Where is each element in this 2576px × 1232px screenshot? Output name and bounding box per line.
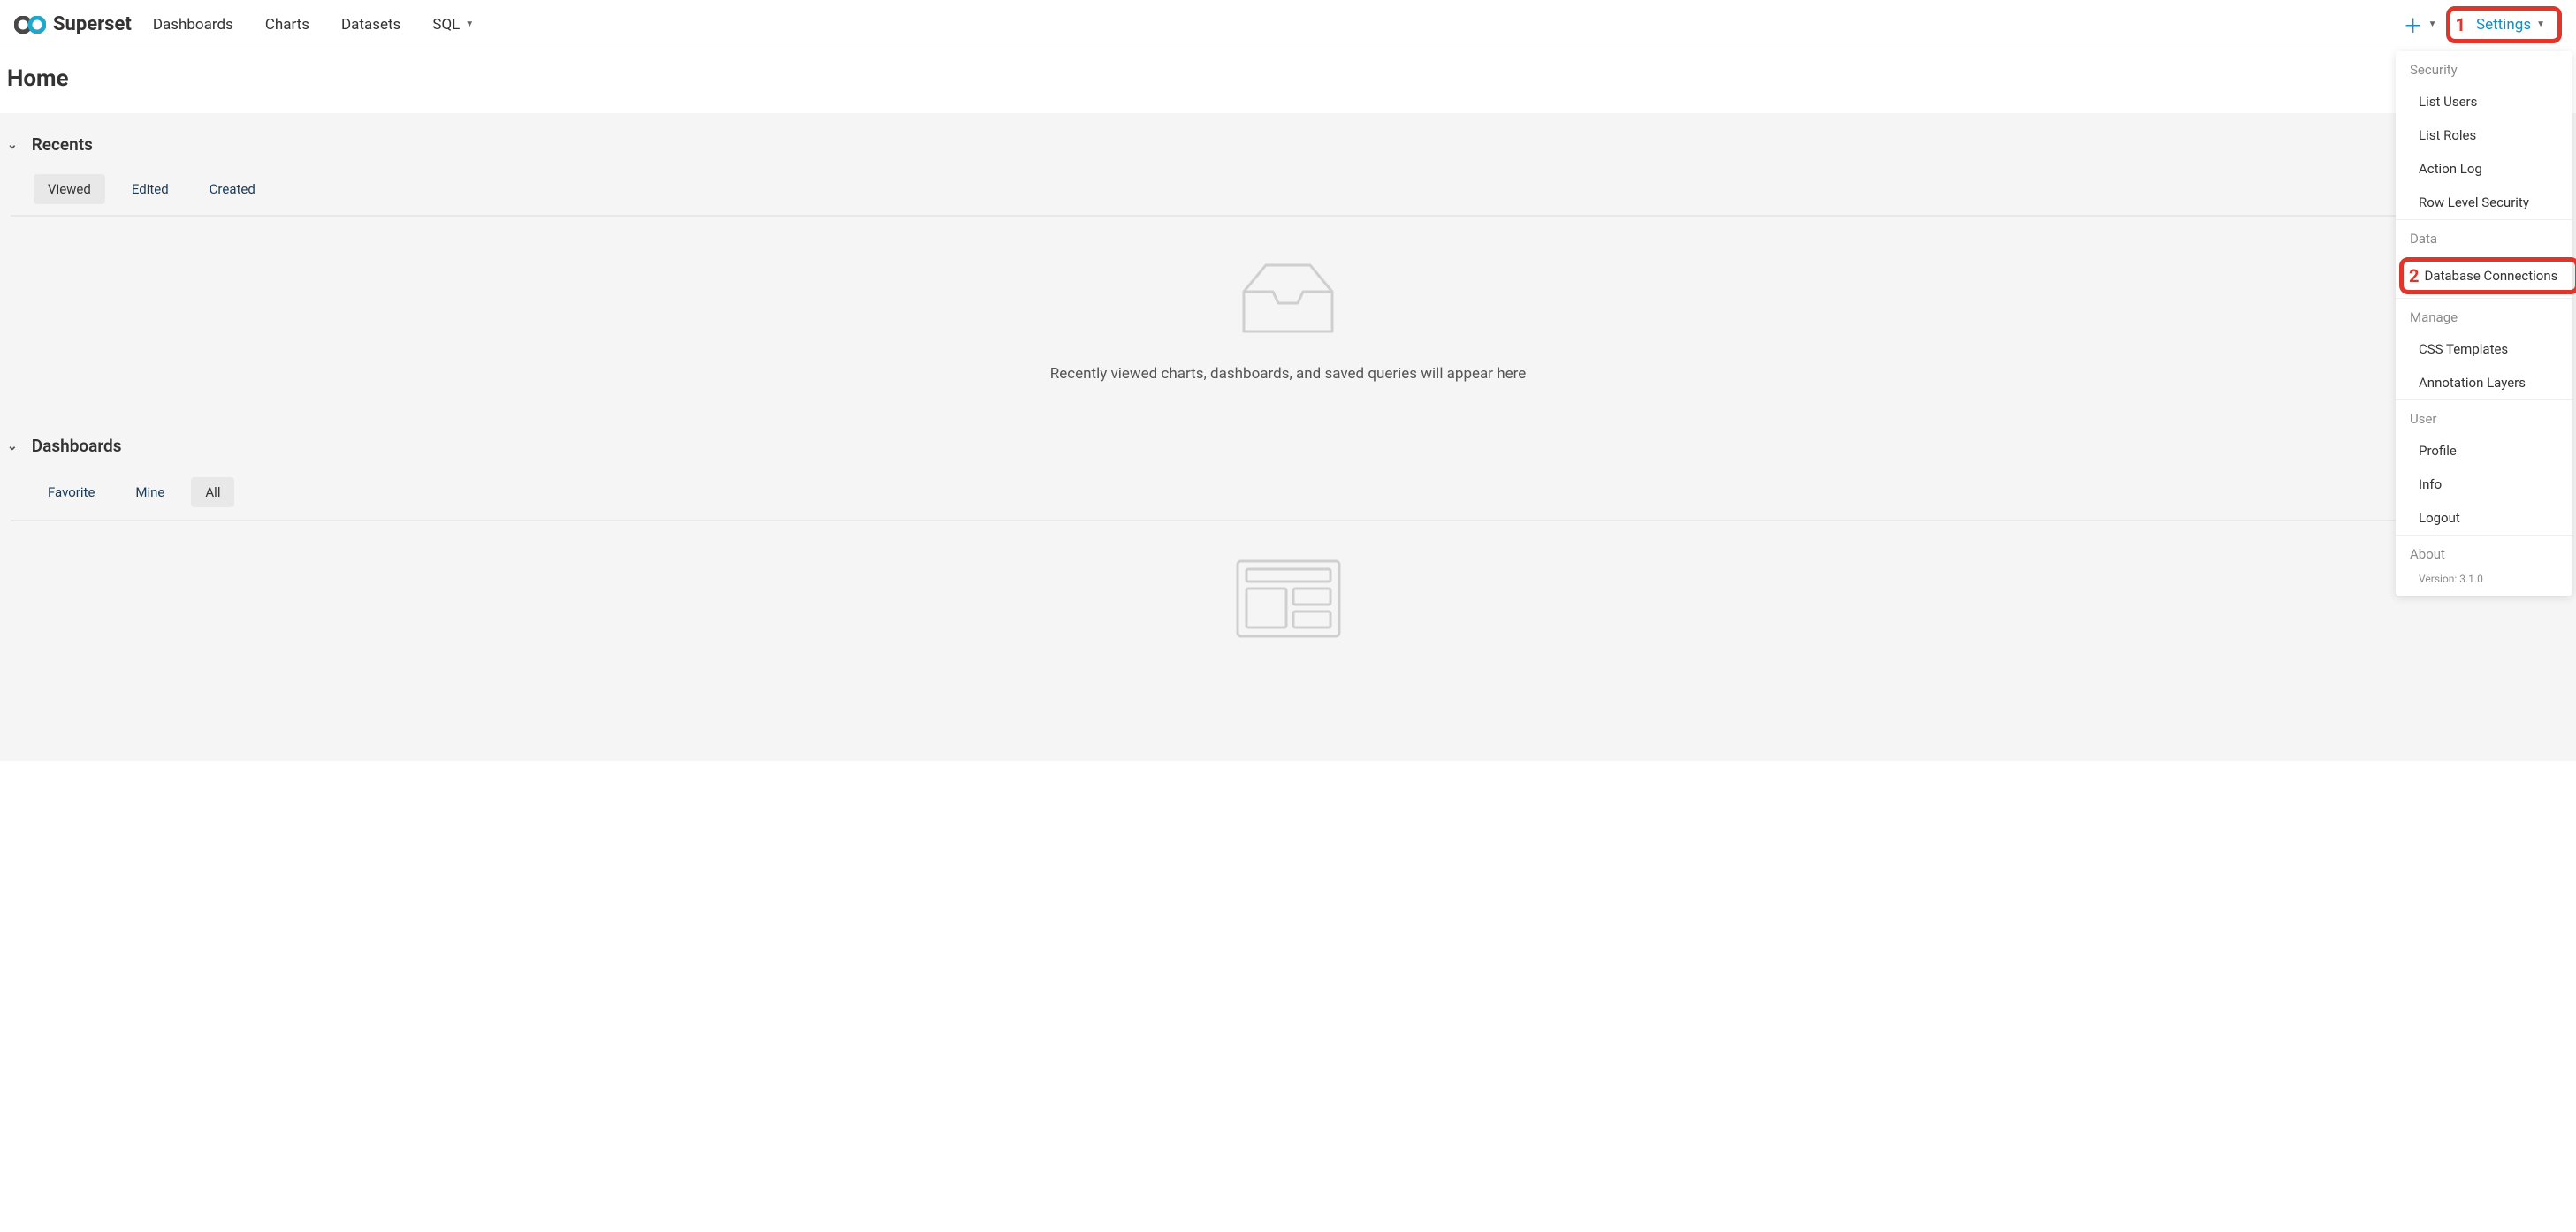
settings-item-annotation-layers[interactable]: Annotation Layers: [2396, 366, 2572, 399]
settings-item-css-templates[interactable]: CSS Templates: [2396, 332, 2572, 366]
recents-tab-row: Viewed Edited Created: [11, 174, 2569, 217]
nav-item-datasets[interactable]: Datasets: [341, 16, 400, 34]
settings-item-list-users[interactable]: List Users: [2396, 85, 2572, 118]
nav-item-charts[interactable]: Charts: [265, 16, 309, 34]
tab-created[interactable]: Created: [195, 174, 270, 204]
tab-all[interactable]: All: [191, 477, 234, 507]
dashboards-tab-row: Favorite Mine All ＋ DASHBOARD: [11, 475, 2569, 521]
callout-settings: 1 Settings ▼: [2446, 6, 2562, 43]
chevron-down-icon: ⌄: [7, 138, 18, 152]
settings-item-database-connections[interactable]: Database Connections: [2424, 268, 2557, 284]
brand-name: Superset: [53, 13, 132, 35]
chevron-down-icon: ⌄: [7, 439, 18, 453]
callout-number-2: 2: [2409, 265, 2419, 286]
tab-mine[interactable]: Mine: [121, 477, 179, 507]
callout-number-1: 1: [2456, 14, 2465, 35]
empty-dashboard-icon: [1233, 557, 1344, 644]
superset-logo-icon: [14, 16, 46, 34]
settings-item-info[interactable]: Info: [2396, 468, 2572, 501]
recents-empty-state: Recently viewed charts, dashboards, and …: [7, 217, 2569, 400]
callout-database-connections: 2 Database Connections: [2399, 257, 2576, 294]
section-title: Dashboards: [32, 436, 122, 456]
section-dashboards: ⌄ Dashboards Favorite Mine All ＋ DASHBOA…: [7, 436, 2569, 683]
tab-favorite[interactable]: Favorite: [34, 477, 109, 507]
section-header-dashboards[interactable]: ⌄ Dashboards: [7, 436, 2569, 456]
section-title: Recents: [32, 134, 93, 155]
recents-empty-text: Recently viewed charts, dashboards, and …: [1050, 365, 1527, 383]
brand[interactable]: Superset: [14, 13, 132, 35]
settings-item-logout[interactable]: Logout: [2396, 501, 2572, 535]
plus-icon: ＋: [2404, 11, 2423, 39]
settings-menu: Security List Users List Roles Action Lo…: [2396, 51, 2572, 596]
settings-item-action-log[interactable]: Action Log: [2396, 152, 2572, 186]
nav-item-dashboards[interactable]: Dashboards: [153, 16, 233, 34]
settings-version: Version: 3.1.0: [2396, 569, 2572, 596]
body-area: ⌄ Recents Viewed Edited Created Recently…: [0, 113, 2576, 761]
settings-group-security: Security: [2396, 51, 2572, 85]
settings-dropdown[interactable]: Settings ▼: [2469, 12, 2552, 37]
settings-group-user: User: [2396, 400, 2572, 434]
caret-down-icon: ▼: [2428, 19, 2437, 29]
settings-group-about: About: [2396, 536, 2572, 569]
settings-item-profile[interactable]: Profile: [2396, 434, 2572, 468]
settings-group-data: Data: [2396, 220, 2572, 254]
page-title-area: Home: [0, 49, 2576, 113]
nav-right: ＋ ▼ 1 Settings ▼: [2404, 6, 2562, 43]
page-title: Home: [7, 65, 2569, 92]
top-nav: Superset Dashboards Charts Datasets SQL …: [0, 0, 2576, 49]
tab-edited[interactable]: Edited: [118, 174, 183, 204]
create-new-dropdown[interactable]: ＋ ▼: [2404, 11, 2437, 39]
nav-item-sql[interactable]: SQL ▼: [432, 16, 474, 34]
caret-down-icon: ▼: [465, 19, 474, 29]
tab-viewed[interactable]: Viewed: [34, 174, 105, 204]
settings-item-row-level-security[interactable]: Row Level Security: [2396, 186, 2572, 219]
caret-down-icon: ▼: [2536, 19, 2545, 29]
settings-group-manage: Manage: [2396, 299, 2572, 332]
dashboards-empty-state: [7, 521, 2569, 683]
settings-item-list-roles[interactable]: List Roles: [2396, 118, 2572, 152]
nav-items: Dashboards Charts Datasets SQL ▼: [153, 16, 474, 34]
section-recents: ⌄ Recents Viewed Edited Created Recently…: [7, 134, 2569, 400]
empty-inbox-icon: [1231, 252, 1345, 344]
section-header-recents[interactable]: ⌄ Recents: [7, 134, 2569, 155]
